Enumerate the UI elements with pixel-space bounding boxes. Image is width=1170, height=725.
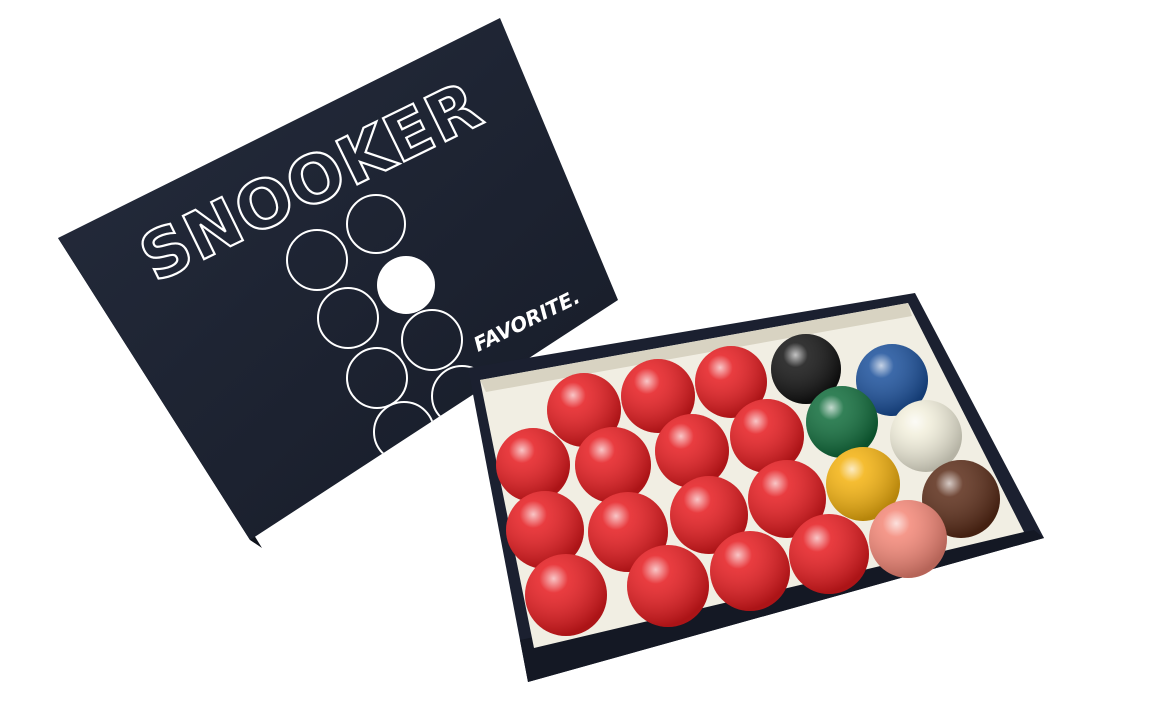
red-ball-highlight <box>525 554 607 636</box>
snooker-ball-set-photo: SNOOKER FAVORITE. <box>58 18 1044 682</box>
red-ball-highlight <box>496 428 570 502</box>
red-ball-highlight <box>627 545 709 627</box>
white-ball-highlight <box>890 400 962 472</box>
pink-ball-highlight <box>869 500 947 578</box>
red-ball-highlight <box>575 427 651 503</box>
red-ball-highlight <box>789 514 869 594</box>
lid-white-ball-graphic <box>377 256 435 314</box>
red-ball-highlight <box>655 414 729 488</box>
red-ball-highlight <box>710 531 790 611</box>
green-ball-highlight <box>806 386 878 458</box>
